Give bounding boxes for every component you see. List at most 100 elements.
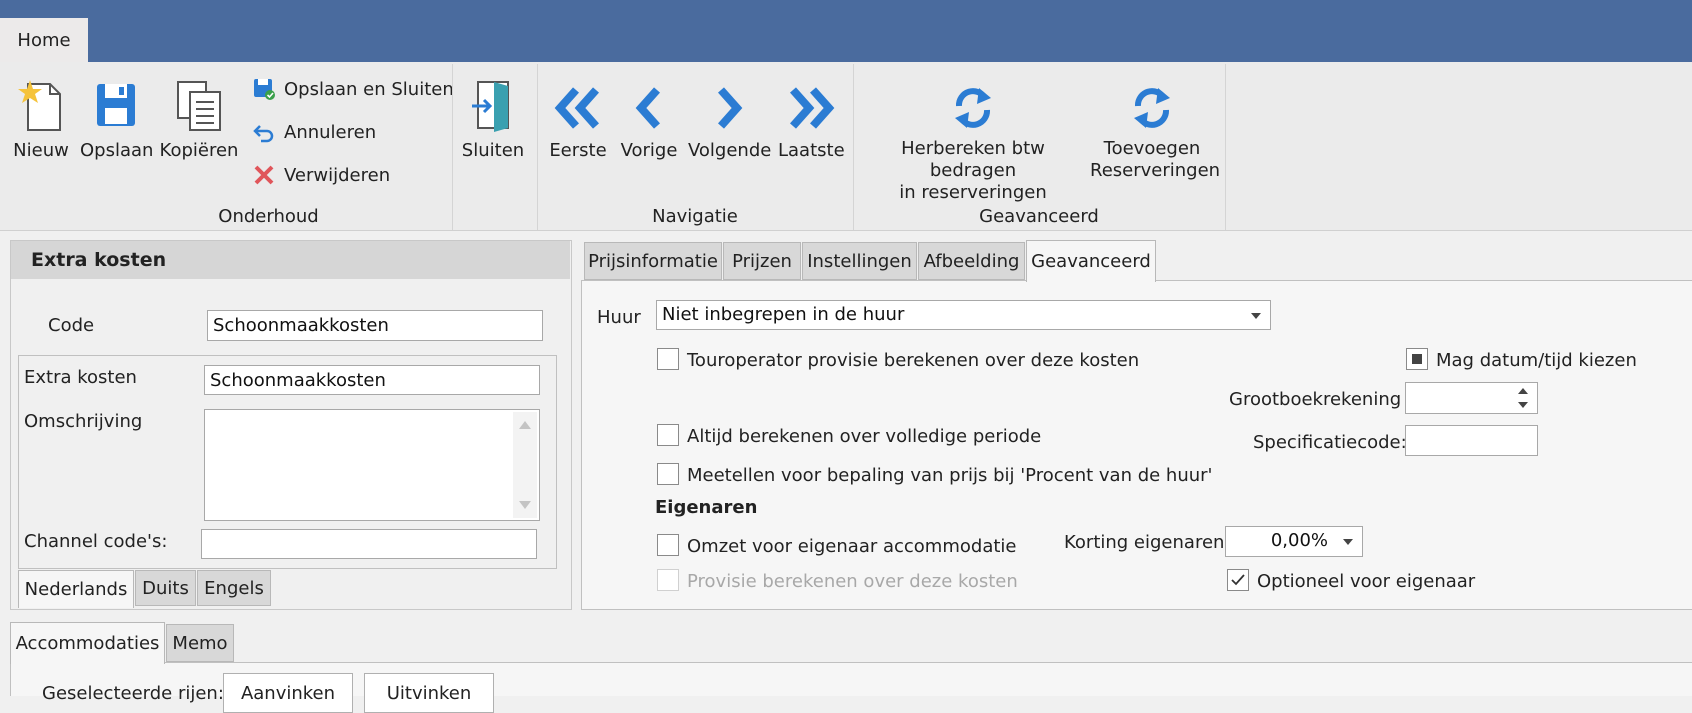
touroperator-checkbox[interactable]	[657, 348, 679, 370]
title-bar	[0, 0, 1692, 62]
chevron-down-icon	[1343, 539, 1353, 545]
add-reservations-label-2: Reserveringen	[1090, 160, 1221, 181]
recalculate-vat-button[interactable]: Herbereken btw bedragen in reserveringen	[862, 84, 1084, 204]
rent-select-value: Niet inbegrepen in de huur	[662, 304, 905, 325]
delete-button[interactable]: Verwijderen	[252, 163, 390, 187]
full-period-label: Altijd berekenen over volledige periode	[687, 426, 1042, 447]
copy-button[interactable]: Kopiëren	[158, 78, 240, 162]
date-time-checkbox[interactable]	[1406, 348, 1428, 370]
extra-costs-label: Extra kosten	[24, 367, 137, 388]
description-textarea[interactable]	[204, 409, 540, 521]
channel-codes-input[interactable]	[201, 529, 537, 559]
check-button[interactable]: Aanvinken	[223, 673, 353, 713]
refresh-icon	[1134, 88, 1170, 128]
cancel-button[interactable]: Annuleren	[252, 120, 376, 144]
tab-instellingen[interactable]: Instellingen	[802, 242, 917, 280]
save-button[interactable]: Opslaan	[80, 78, 154, 162]
tab-afbeelding[interactable]: Afbeelding	[918, 242, 1025, 280]
new-label: Nieuw	[13, 140, 69, 161]
group-label-onderhoud: Onderhoud	[218, 206, 319, 227]
ledger-account-label: Grootboekrekening	[1229, 389, 1402, 410]
copy-icon	[177, 81, 221, 131]
close-label: Sluiten	[461, 140, 525, 161]
tab-geavanceerd[interactable]: Geavanceerd	[1026, 240, 1156, 282]
ledger-account-spinner[interactable]	[1405, 382, 1538, 414]
exit-door-icon	[472, 81, 509, 132]
chevron-left-icon	[635, 87, 660, 129]
full-period-checkbox[interactable]	[657, 424, 679, 446]
tab-duits[interactable]: Duits	[135, 570, 196, 606]
next-button[interactable]: Volgende	[688, 82, 772, 162]
first-label: Eerste	[549, 140, 607, 161]
rent-label: Huur	[597, 307, 641, 328]
owner-discount-label: Korting eigenaren	[1064, 532, 1225, 553]
cancel-label: Annuleren	[284, 121, 377, 143]
first-button[interactable]: Eerste	[548, 82, 608, 162]
tab-nederlands[interactable]: Nederlands	[18, 570, 134, 608]
undo-icon	[253, 125, 274, 143]
commission-label: Provisie berekenen over deze kosten	[687, 571, 1018, 592]
save-close-icon	[254, 79, 275, 100]
count-percentage-label: Meetellen voor bepaling van prijs bij 'P…	[687, 465, 1213, 486]
tab-memo[interactable]: Memo	[166, 624, 234, 662]
recalculate-vat-label-1: Herbereken btw bedragen	[901, 138, 1045, 181]
tab-engels[interactable]: Engels	[197, 570, 271, 606]
refresh-icon	[955, 88, 991, 128]
owners-heading: Eigenaren	[655, 497, 758, 518]
group-label-navigatie: Navigatie	[652, 206, 738, 227]
scroll-down-icon[interactable]	[518, 500, 532, 510]
copy-label: Kopiëren	[159, 140, 239, 161]
save-label: Opslaan	[80, 140, 154, 161]
channel-codes-label: Channel code's:	[24, 531, 168, 552]
code-input[interactable]	[207, 310, 543, 341]
indeterminate-mark	[1412, 354, 1422, 364]
last-label: Laatste	[778, 140, 845, 161]
owner-revenue-checkbox[interactable]	[657, 534, 679, 556]
owner-revenue-label: Omzet voor eigenaar accommodatie	[687, 536, 1017, 557]
optional-owner-checkbox[interactable]	[1227, 569, 1249, 591]
double-chevron-right-icon	[790, 87, 835, 129]
add-reservations-label-1: Toevoegen	[1103, 138, 1201, 159]
date-time-label: Mag datum/tijd kiezen	[1436, 350, 1637, 371]
chevron-right-icon	[718, 87, 743, 129]
tab-prijsinformatie[interactable]: Prijsinformatie	[584, 242, 722, 280]
last-button[interactable]: Laatste	[778, 82, 845, 162]
code-label: Code	[48, 315, 95, 336]
save-icon	[97, 84, 135, 126]
spin-up-icon[interactable]	[1517, 387, 1529, 395]
count-percentage-checkbox[interactable]	[657, 463, 679, 485]
extra-costs-input[interactable]	[204, 365, 540, 395]
tab-accommodaties[interactable]: Accommodaties	[10, 622, 165, 664]
panel-title: Extra kosten	[11, 241, 570, 279]
group-label-geavanceerd: Geavanceerd	[979, 206, 1099, 227]
new-document-icon	[18, 80, 61, 131]
specification-code-input[interactable]	[1405, 425, 1538, 456]
next-label: Volgende	[688, 140, 772, 161]
owner-discount-select[interactable]: 0,00%	[1225, 526, 1363, 557]
rent-select[interactable]: Niet inbegrepen in de huur	[656, 300, 1271, 330]
delete-x-icon	[254, 165, 274, 185]
tab-home[interactable]: Home	[0, 18, 88, 62]
description-scrollbar[interactable]	[513, 412, 537, 518]
add-reservations-button[interactable]: Toevoegen Reserveringen	[1090, 84, 1221, 182]
ribbon-separator	[1225, 64, 1226, 230]
delete-label: Verwijderen	[284, 164, 391, 186]
touroperator-label: Touroperator provisie berekenen over dez…	[687, 350, 1140, 371]
previous-button[interactable]: Vorige	[618, 82, 680, 162]
uncheck-button[interactable]: Uitvinken	[364, 673, 494, 713]
save-close-button[interactable]: Opslaan en Sluiten	[252, 77, 454, 101]
optional-owner-label: Optioneel voor eigenaar	[1257, 571, 1476, 592]
specification-code-label: Specificatiecode:	[1253, 432, 1407, 453]
check-icon	[1231, 574, 1245, 586]
recalculate-vat-label-2: in reserveringen	[899, 182, 1047, 203]
new-button[interactable]: Nieuw	[8, 78, 74, 162]
selected-rows-label: Geselecteerde rijen:	[42, 683, 224, 704]
previous-label: Vorige	[620, 140, 678, 161]
double-chevron-left-icon	[554, 87, 599, 129]
commission-checkbox	[657, 569, 679, 591]
spin-down-icon[interactable]	[1517, 401, 1529, 409]
close-button[interactable]: Sluiten	[460, 78, 526, 162]
scroll-up-icon[interactable]	[518, 420, 532, 430]
description-label: Omschrijving	[24, 411, 143, 432]
tab-prijzen[interactable]: Prijzen	[723, 242, 801, 280]
